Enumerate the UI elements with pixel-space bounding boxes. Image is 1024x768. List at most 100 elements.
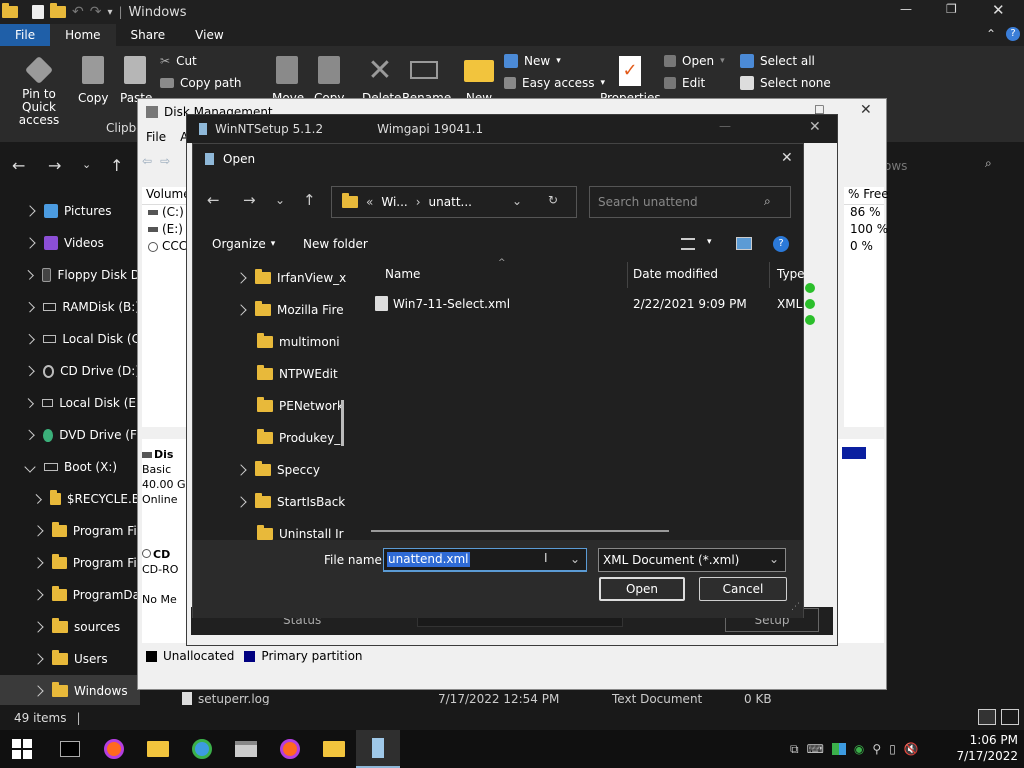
dialog-search-input[interactable]: Search unattend ⌕ [589,186,791,218]
expand-chevron-icon[interactable] [24,397,35,409]
file-type-select[interactable]: XML Document (*.xml) ⌄ [598,548,786,572]
disk-mgmt-close-button[interactable]: ✕ [860,102,872,118]
sidebar-item-programdata[interactable]: ProgramDa [0,579,140,611]
sidebar-item-sources[interactable]: sources [0,611,140,643]
dialog-recent-icon[interactable]: ⌄ [275,193,285,207]
keyboard-tray-icon[interactable]: ⌨ [807,742,824,756]
up-arrow-icon[interactable]: ↑ [110,156,123,175]
sidebar-item-recycle[interactable]: $RECYCLE.B [0,483,140,515]
disk0-label[interactable]: Dis Basic 40.00 G Online [142,447,188,507]
expand-chevron-icon[interactable] [32,653,44,665]
new-item-button[interactable]: New ▾ [504,54,561,68]
tab-view[interactable]: View [180,24,238,46]
address-bar[interactable]: « Wi... › unatt... ⌄ ↻ [331,186,577,218]
pin-to-quick-access-button[interactable]: Pin to Quick access [6,55,72,127]
forward-arrow-icon[interactable]: → [48,156,61,175]
dialog-up-icon[interactable]: ↑ [303,191,316,209]
expand-chevron-icon[interactable] [24,365,35,377]
winnt-minimize-button[interactable]: — [719,119,731,133]
network-tray-icon[interactable]: ⧉ [790,742,799,757]
expand-chevron-icon[interactable] [24,237,36,249]
sidebar-item-program-files[interactable]: Program Fil [0,515,140,547]
sidebar-item-floppy[interactable]: Floppy Disk D [0,259,140,291]
tree-item[interactable]: multimoni [193,326,351,358]
start-button[interactable] [0,730,44,768]
view-dropdown-icon[interactable]: ▾ [707,237,712,247]
ribbon-collapse-icon[interactable]: ⌃ [986,27,996,41]
ethernet-tray-icon[interactable]: ◉ [854,742,864,756]
taskbar-terminal[interactable] [48,730,92,768]
clock[interactable]: 1:06 PM 7/17/2022 [952,732,1018,764]
address-dropdown-icon[interactable]: ⌄ [512,194,522,208]
minimize-button[interactable]: — [900,2,920,16]
column-header-name[interactable]: Name [385,267,420,281]
volume-row[interactable]: (C:) [142,205,190,222]
sidebar-item-cd-drive[interactable]: CD Drive (D:) [0,355,140,387]
column-header-type[interactable]: Type [777,267,805,281]
column-header-date[interactable]: Date modified [633,267,718,281]
file-name-input[interactable]: unattend.xml I ⌄ [383,548,587,572]
sidebar-item-videos[interactable]: Videos [0,227,140,259]
maximize-button[interactable]: ❐ [946,2,966,16]
copy-button[interactable]: Copy [78,56,108,105]
undo-icon[interactable]: ↶ [72,4,84,20]
volume-header[interactable]: Volume [142,187,191,205]
sidebar-item-ramdisk[interactable]: RAMDisk (B:) [0,291,140,323]
organize-button[interactable]: Organize ▾ [212,237,275,251]
file-name-dropdown-icon[interactable]: ⌄ [570,552,580,566]
breadcrumb-segment[interactable]: unatt... [429,195,472,209]
customize-quick-access-icon[interactable]: ▾ [107,7,112,18]
sidebar-item-windows[interactable]: Windows [0,675,140,707]
winnt-close-button[interactable]: ✕ [809,119,821,135]
horizontal-scrollbar[interactable] [371,530,669,532]
tree-item[interactable]: Produkey_ [193,422,351,454]
details-view-icon[interactable] [978,709,996,725]
tree-scrollbar[interactable] [341,400,344,446]
file-row[interactable]: Win7-11-Select.xml 2/22/2021 9:09 PM XML [371,292,803,316]
tree-item[interactable]: Speccy [193,454,351,486]
help-icon[interactable]: ? [773,236,789,252]
sidebar-item-users[interactable]: Users [0,643,140,675]
cancel-button[interactable]: Cancel [699,577,787,601]
properties-quick-icon[interactable] [32,5,44,19]
menu-file[interactable]: File [146,130,166,144]
select-none-button[interactable]: Select none [740,76,831,90]
close-button[interactable]: ✕ [992,1,1012,19]
expand-chevron-icon[interactable] [235,496,247,508]
open-button-ribbon[interactable]: Open ▾ [664,54,725,68]
explorer-search-placeholder[interactable]: ows [884,159,907,173]
collapse-chevron-icon[interactable] [24,461,36,473]
expand-chevron-icon[interactable] [32,621,44,633]
large-icons-view-icon[interactable] [1001,709,1019,725]
taskbar-folder[interactable] [312,730,356,768]
easy-access-button[interactable]: Easy access ▾ [504,76,605,90]
sidebar-item-local-disk-e[interactable]: Local Disk (E: [0,387,140,419]
cut-button[interactable]: ✂ Cut [160,54,197,68]
display-tray-icon[interactable] [831,743,846,755]
breadcrumb-segment[interactable]: Wi... [381,195,407,209]
tab-home[interactable]: Home [50,24,116,46]
edit-button[interactable]: Edit [664,76,705,90]
taskbar-firefox[interactable] [92,730,136,768]
copy-path-button[interactable]: Copy path [160,76,242,90]
usb-tray-icon[interactable]: ⚲ [872,742,881,756]
dialog-back-icon[interactable]: ← [207,191,220,209]
sidebar-item-boot-x[interactable]: Boot (X:) [0,451,140,483]
refresh-icon[interactable]: ↻ [548,193,558,207]
safely-remove-tray-icon[interactable]: ▯ [889,742,896,756]
expand-chevron-icon[interactable] [32,589,44,601]
recent-dropdown-icon[interactable]: ⌄ [82,158,91,171]
dialog-forward-icon[interactable]: → [243,191,256,209]
select-all-button[interactable]: Select all [740,54,815,68]
volume-muted-icon[interactable]: 🔇 [904,742,919,756]
taskbar-winntsetup[interactable] [356,730,400,768]
open-button[interactable]: Open [599,577,685,601]
expand-chevron-icon[interactable] [24,333,36,345]
expand-chevron-icon[interactable] [235,464,247,476]
preview-pane-icon[interactable] [736,237,752,250]
new-folder-button[interactable]: New folder [303,237,368,251]
tree-item[interactable]: Uninstall Ir [193,518,351,540]
tree-item[interactable]: StartIsBack [193,486,351,518]
taskbar-firefox-2[interactable] [268,730,312,768]
sidebar-item-pictures[interactable]: Pictures [0,195,140,227]
